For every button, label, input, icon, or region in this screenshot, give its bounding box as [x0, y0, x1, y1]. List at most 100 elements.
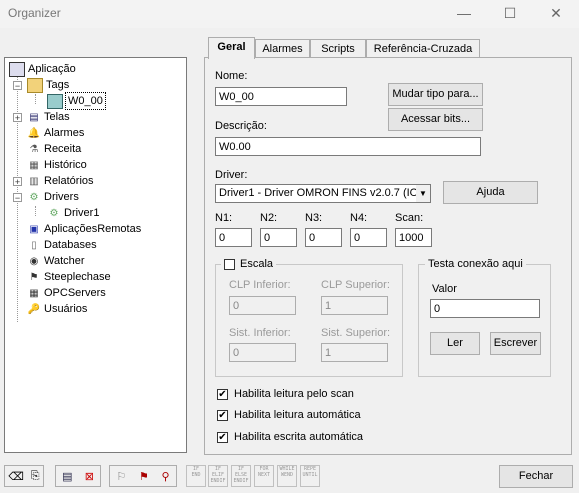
- n2-input[interactable]: [260, 228, 297, 247]
- tree-item-label: OPCServers: [44, 287, 106, 299]
- tree-item-label: Alarmes: [44, 127, 85, 139]
- sist-superior-input[interactable]: [321, 343, 388, 362]
- sist-inferior-input[interactable]: [229, 343, 296, 362]
- tab-referencia-cruzada[interactable]: Referência-Cruzada: [366, 39, 480, 57]
- tab-scripts[interactable]: Scripts: [310, 39, 366, 57]
- clp-inferior-label: CLP Inferior:: [229, 279, 291, 291]
- chevron-down-icon[interactable]: ▼: [416, 185, 430, 202]
- n1-input[interactable]: [215, 228, 252, 247]
- if-elif-endif-button[interactable]: IF ELIF ENDIF: [208, 465, 228, 487]
- n1-label: N1:: [215, 212, 233, 224]
- driver-select[interactable]: Driver1 - Driver OMRON FINS v2.0.7 (IOK …: [215, 184, 431, 203]
- tree-item-aplicacoes-remotas[interactable]: ▣ AplicaçõesRemotas: [27, 221, 141, 237]
- tree-item-label: Receita: [44, 143, 82, 155]
- nome-input[interactable]: [215, 87, 347, 106]
- escala-checkbox[interactable]: [224, 258, 235, 270]
- organizer-tree[interactable]: Aplicação − Tags W0_00 + ▤ Telas 🔔 Alarm…: [4, 57, 187, 453]
- expand-icon[interactable]: +: [13, 113, 22, 123]
- tree-item-drivers[interactable]: ⚙ Drivers: [27, 189, 79, 205]
- repeat-until-button[interactable]: REPE UNTIL: [300, 465, 320, 487]
- window-title: Organizer: [8, 6, 61, 20]
- if-else-endif-button[interactable]: IF ELSE ENDIF: [231, 465, 251, 487]
- collapse-icon[interactable]: −: [13, 193, 22, 203]
- descricao-label: Descrição:: [215, 120, 267, 132]
- escrever-button[interactable]: Escrever: [490, 332, 541, 355]
- driver-label: Driver:: [215, 169, 248, 181]
- habilita-escrita-automatica-checkbox[interactable]: ✔: [217, 431, 228, 443]
- scan-input[interactable]: [395, 228, 432, 247]
- tab-geral[interactable]: Geral: [208, 37, 255, 59]
- mudar-tipo-button[interactable]: Mudar tipo para...: [388, 83, 483, 106]
- for-next-button[interactable]: FOR NEXT: [254, 465, 274, 487]
- minimize-button[interactable]: —: [441, 0, 487, 28]
- tree-item-watcher[interactable]: ◉ Watcher: [27, 253, 85, 269]
- remote-apps-icon: ▣: [29, 223, 39, 235]
- if-end-button[interactable]: IF END: [186, 465, 206, 487]
- tree-item-telas[interactable]: ▤ Telas: [27, 109, 70, 125]
- habilita-leitura-automatica-row[interactable]: ✔ Habilita leitura automática: [217, 409, 361, 421]
- tree-line: [35, 94, 36, 104]
- tree-line: [35, 206, 36, 216]
- habilita-escrita-automatica-row[interactable]: ✔ Habilita escrita automática: [217, 431, 363, 443]
- tree-item-driver1[interactable]: ⚙ Driver1: [47, 205, 100, 221]
- maximize-button[interactable]: ☐: [487, 0, 533, 28]
- expand-icon[interactable]: +: [13, 177, 22, 187]
- tree-item-relatorios[interactable]: ▥ Relatórios: [27, 173, 93, 189]
- tree-item-label: Drivers: [44, 191, 79, 203]
- recipe-icon: ⚗: [29, 143, 39, 155]
- n2-label: N2:: [260, 212, 278, 224]
- fechar-button[interactable]: Fechar: [499, 465, 573, 488]
- table-icon[interactable]: ▤: [62, 470, 72, 483]
- acessar-bits-button[interactable]: Acessar bits...: [388, 108, 483, 131]
- collapse-icon[interactable]: −: [13, 81, 22, 91]
- tree-item-tags[interactable]: Tags: [27, 77, 69, 93]
- tree-item-w0-00[interactable]: W0_00: [47, 92, 106, 110]
- sist-inferior-label: Sist. Inferior:: [229, 327, 291, 339]
- tree-item-databases[interactable]: ▯ Databases: [27, 237, 96, 253]
- tree-root[interactable]: Aplicação: [9, 61, 76, 77]
- copy-icon[interactable]: ⎘: [31, 470, 40, 483]
- tree-item-label: Telas: [44, 111, 70, 123]
- tree-item-label: Watcher: [44, 255, 85, 267]
- bell-icon: 🔔: [27, 127, 41, 139]
- tag-icon: [47, 93, 63, 109]
- tree-item-label: Histórico: [44, 159, 87, 171]
- tag-search-icon[interactable]: ⚲: [162, 470, 170, 483]
- habilita-leitura-scan-row[interactable]: ✔ Habilita leitura pelo scan: [217, 388, 354, 400]
- tree-item-steeplechase[interactable]: ⚑ Steeplechase: [27, 269, 111, 285]
- driver-select-value: Driver1 - Driver OMRON FINS v2.0.7 (IOK: [219, 187, 426, 199]
- ajuda-button[interactable]: Ajuda: [443, 181, 538, 204]
- tree-item-historico[interactable]: ▦ Histórico: [27, 157, 87, 173]
- tag-tool-icon[interactable]: ⚐: [116, 470, 126, 483]
- tree-item-label: Usuários: [44, 303, 88, 315]
- scan-label: Scan:: [395, 212, 424, 224]
- habilita-leitura-scan-checkbox[interactable]: ✔: [217, 388, 228, 400]
- tab-alarmes[interactable]: Alarmes: [255, 39, 310, 57]
- nome-label: Nome:: [215, 70, 248, 82]
- delete-table-icon[interactable]: ⊠: [85, 470, 94, 483]
- while-wend-button[interactable]: WHILE WEND: [277, 465, 297, 487]
- close-button[interactable]: ✕: [533, 0, 579, 28]
- valor-input[interactable]: [430, 299, 540, 318]
- new-copy-group: ⌫ ⎘: [4, 465, 44, 487]
- n3-input[interactable]: [305, 228, 342, 247]
- database-icon: ▯: [31, 239, 37, 251]
- clp-superior-input[interactable]: [321, 296, 388, 315]
- application-icon: [9, 61, 25, 77]
- descricao-input[interactable]: [215, 137, 481, 156]
- habilita-leitura-automatica-checkbox[interactable]: ✔: [217, 409, 228, 421]
- opc-icon: ▦: [29, 287, 39, 299]
- eraser-icon[interactable]: ⌫: [8, 470, 24, 483]
- tree-item-receita[interactable]: ⚗ Receita: [27, 141, 82, 157]
- driver-icon: ⚙: [49, 207, 59, 219]
- tree-item-alarmes[interactable]: 🔔 Alarmes: [27, 125, 85, 141]
- ler-button[interactable]: Ler: [430, 332, 480, 355]
- tag-delete-icon[interactable]: ⚑: [139, 470, 149, 483]
- tree-item-usuarios[interactable]: 🔑 Usuários: [27, 301, 88, 317]
- key-icon: 🔑: [27, 303, 41, 315]
- clp-inferior-input[interactable]: [229, 296, 296, 315]
- n4-input[interactable]: [350, 228, 387, 247]
- tree-item-label: AplicaçõesRemotas: [44, 223, 142, 235]
- tree-root-label: Aplicação: [28, 63, 76, 75]
- tree-item-opcservers[interactable]: ▦ OPCServers: [27, 285, 106, 301]
